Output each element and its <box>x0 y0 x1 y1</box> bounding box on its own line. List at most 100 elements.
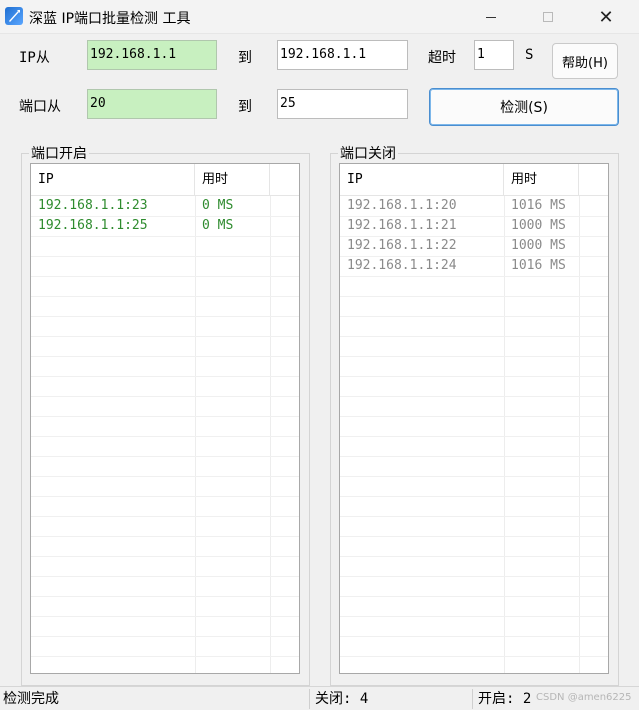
row-gridline <box>31 316 299 317</box>
window-title: 深蓝 IP端口批量检测 工具 <box>29 11 191 27</box>
detect-button[interactable]: 检测(S) <box>429 88 619 126</box>
row-gridline <box>340 456 608 457</box>
row-gridline <box>31 436 299 437</box>
row-gridline <box>31 256 299 257</box>
row-gridline <box>340 596 608 597</box>
close-icon: ✕ <box>598 6 614 28</box>
row-gridline <box>31 496 299 497</box>
row-gridline <box>31 356 299 357</box>
closed-count: 关闭: 4 <box>315 691 369 707</box>
list-header: IP 用时 <box>340 164 608 196</box>
closed-ports-list[interactable]: IP 用时 192.168.1.1:20 1016 MS 192.168.1.1… <box>339 163 609 674</box>
ip-to-label: 到 <box>238 50 252 66</box>
row-gridline <box>31 656 299 657</box>
row-gridline <box>31 416 299 417</box>
open-count: 开启: 2 <box>478 691 532 707</box>
row-gridline <box>340 496 608 497</box>
table-row[interactable]: 192.168.1.1:20 1016 MS <box>340 196 608 216</box>
row-gridline <box>340 376 608 377</box>
row-gridline <box>340 416 608 417</box>
table-row[interactable]: 192.168.1.1:21 1000 MS <box>340 216 608 236</box>
time-cell: 1000 MS <box>511 238 566 253</box>
table-row[interactable]: 192.168.1.1:23 0 MS <box>31 196 299 216</box>
table-row[interactable]: 192.168.1.1:24 1016 MS <box>340 256 608 276</box>
minimize-icon <box>486 16 496 18</box>
time-cell: 1016 MS <box>511 258 566 273</box>
timeout-label: 超时 <box>428 50 456 66</box>
row-gridline <box>340 396 608 397</box>
close-button[interactable]: ✕ <box>577 0 635 34</box>
row-gridline <box>340 516 608 517</box>
ip-cell: 192.168.1.1:23 <box>38 198 148 213</box>
timeout-input[interactable]: 1 <box>474 40 514 70</box>
help-button[interactable]: 帮助(H) <box>552 43 618 79</box>
column-header-time[interactable]: 用时 <box>504 164 579 196</box>
row-gridline <box>31 536 299 537</box>
timeout-unit: S <box>525 47 534 63</box>
row-gridline <box>31 396 299 397</box>
ip-to-input[interactable]: 192.168.1.1 <box>277 40 408 70</box>
ip-cell: 192.168.1.1:20 <box>347 198 457 213</box>
status-divider <box>472 689 473 709</box>
minimize-button[interactable] <box>462 0 520 34</box>
row-gridline <box>31 456 299 457</box>
closed-ports-title: 端口关闭 <box>338 143 398 163</box>
port-to-input[interactable]: 25 <box>277 89 408 119</box>
app-icon <box>5 7 23 25</box>
row-gridline <box>31 336 299 337</box>
row-gridline <box>31 376 299 377</box>
row-gridline <box>340 316 608 317</box>
column-divider <box>270 196 271 673</box>
row-gridline <box>340 436 608 437</box>
row-gridline <box>340 616 608 617</box>
ip-from-input[interactable]: 192.168.1.1 <box>87 40 217 70</box>
row-gridline <box>31 576 299 577</box>
open-ports-title: 端口开启 <box>29 143 89 163</box>
time-cell: 0 MS <box>202 198 234 213</box>
port-from-input[interactable]: 20 <box>87 89 217 119</box>
column-header-ip[interactable]: IP <box>340 164 504 196</box>
row-gridline <box>31 596 299 597</box>
row-gridline <box>31 276 299 277</box>
row-gridline <box>340 276 608 277</box>
row-gridline <box>340 296 608 297</box>
row-gridline <box>31 556 299 557</box>
column-header-time[interactable]: 用时 <box>195 164 270 196</box>
row-gridline <box>340 656 608 657</box>
row-gridline <box>340 556 608 557</box>
row-gridline <box>340 576 608 577</box>
status-bar: 检测完成 关闭: 4 开启: 2 CSDN @amen6225 <box>0 686 639 710</box>
row-gridline <box>340 356 608 357</box>
row-gridline <box>340 536 608 537</box>
row-gridline <box>31 516 299 517</box>
maximize-icon <box>543 12 553 22</box>
ip-cell: 192.168.1.1:24 <box>347 258 457 273</box>
ip-cell: 192.168.1.1:25 <box>38 218 148 233</box>
table-row[interactable]: 192.168.1.1:25 0 MS <box>31 216 299 236</box>
port-from-label: 端口从 <box>19 99 61 115</box>
port-to-label: 到 <box>238 99 252 115</box>
watermark: CSDN @amen6225 <box>536 692 632 703</box>
row-gridline <box>31 636 299 637</box>
open-ports-list[interactable]: IP 用时 192.168.1.1:23 0 MS 192.168.1.1:25… <box>30 163 300 674</box>
table-row[interactable]: 192.168.1.1:22 1000 MS <box>340 236 608 256</box>
row-gridline <box>340 476 608 477</box>
ip-cell: 192.168.1.1:21 <box>347 218 457 233</box>
column-divider <box>195 196 196 673</box>
time-cell: 0 MS <box>202 218 234 233</box>
ip-from-label: IP从 <box>19 50 50 66</box>
row-gridline <box>31 616 299 617</box>
time-cell: 1000 MS <box>511 218 566 233</box>
row-gridline <box>31 236 299 237</box>
ip-cell: 192.168.1.1:22 <box>347 238 457 253</box>
row-gridline <box>340 636 608 637</box>
row-gridline <box>340 336 608 337</box>
row-gridline <box>31 296 299 297</box>
title-bar[interactable]: 深蓝 IP端口批量检测 工具 ✕ <box>0 0 639 34</box>
column-header-ip[interactable]: IP <box>31 164 195 196</box>
maximize-button[interactable] <box>519 0 577 34</box>
time-cell: 1016 MS <box>511 198 566 213</box>
status-message: 检测完成 <box>3 691 59 707</box>
row-gridline <box>31 476 299 477</box>
status-divider <box>309 689 310 709</box>
